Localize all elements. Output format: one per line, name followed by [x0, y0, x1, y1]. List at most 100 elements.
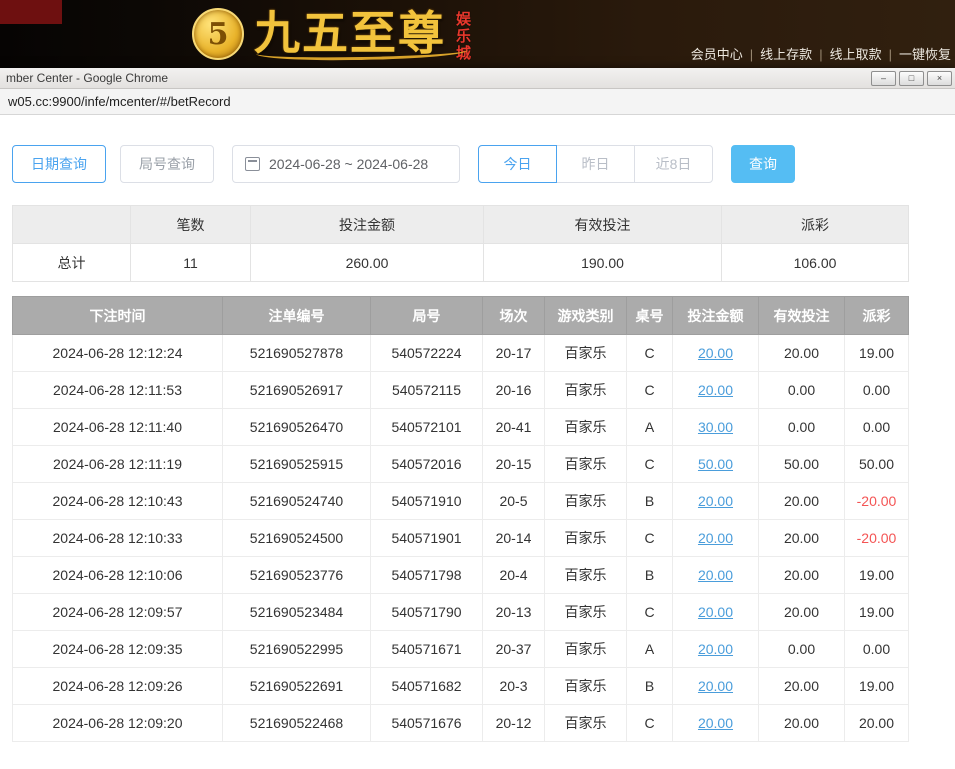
table-code-cell: B [627, 557, 673, 594]
date-query-tab[interactable]: 日期查询 [12, 145, 106, 183]
bet-time-cell: 2024-06-28 12:11:40 [13, 409, 223, 446]
valid-bet-column-header: 有效投注 [759, 297, 845, 335]
table-row: 2024-06-28 12:09:57521690523484540571790… [13, 594, 909, 631]
valid-bet-cell: 0.00 [759, 631, 845, 668]
bet-amount-cell: 50.00 [673, 446, 759, 483]
bet-amount-link[interactable]: 20.00 [698, 604, 733, 620]
game-type-cell: 百家乐 [545, 557, 627, 594]
bet-amount-cell: 20.00 [673, 520, 759, 557]
bet-amount-link[interactable]: 20.00 [698, 382, 733, 398]
round-id-cell: 540571676 [371, 705, 483, 742]
payout-cell: 19.00 [845, 668, 909, 705]
bet-amount-cell: 20.00 [673, 594, 759, 631]
valid-bet-cell: 50.00 [759, 446, 845, 483]
close-button[interactable]: × [927, 71, 952, 86]
table-row: 2024-06-28 12:11:40521690526470540572101… [13, 409, 909, 446]
order-id-cell: 521690523776 [223, 557, 371, 594]
order-id-cell: 521690523484 [223, 594, 371, 631]
session-cell: 20-3 [483, 668, 545, 705]
minimize-button[interactable]: – [871, 71, 896, 86]
top-nav: 会员中心|线上存款|线上取款|一键恢复 [691, 44, 951, 63]
round-id-cell: 540572016 [371, 446, 483, 483]
round-id-cell: 540571682 [371, 668, 483, 705]
bet-amount-link[interactable]: 20.00 [698, 345, 733, 361]
session-cell: 20-41 [483, 409, 545, 446]
nav-separator: | [819, 47, 822, 62]
window-title-bar[interactable]: mber Center - Google Chrome – □ × [0, 68, 955, 89]
bet-time-cell: 2024-06-28 12:09:26 [13, 668, 223, 705]
last-8-days-button[interactable]: 近8日 [634, 145, 713, 183]
table-code-cell: C [627, 705, 673, 742]
bet-amount-link[interactable]: 20.00 [698, 493, 733, 509]
game-type-cell: 百家乐 [545, 372, 627, 409]
nav-item[interactable]: 会员中心 [691, 47, 743, 62]
logo-subtitle: 娱乐城 [452, 11, 473, 62]
session-cell: 20-12 [483, 705, 545, 742]
bet-time-cell: 2024-06-28 12:09:20 [13, 705, 223, 742]
valid-bet-cell: 0.00 [759, 409, 845, 446]
bet-time-cell: 2024-06-28 12:10:06 [13, 557, 223, 594]
session-cell: 20-14 [483, 520, 545, 557]
nav-item[interactable]: 线上取款 [830, 47, 882, 62]
nav-item[interactable]: 一键恢复 [899, 47, 951, 62]
order-id-cell: 521690527878 [223, 335, 371, 372]
yesterday-button[interactable]: 昨日 [556, 145, 635, 183]
game-type-cell: 百家乐 [545, 335, 627, 372]
calendar-icon [245, 157, 260, 171]
round-id-cell: 540571790 [371, 594, 483, 631]
bet-amount-link[interactable]: 30.00 [698, 419, 733, 435]
window-controls: – □ × [871, 71, 952, 86]
window-title: mber Center - Google Chrome [6, 71, 871, 85]
bet-amount-cell: 20.00 [673, 483, 759, 520]
today-button[interactable]: 今日 [478, 145, 557, 183]
valid-bet-cell: 20.00 [759, 668, 845, 705]
bet-time-cell: 2024-06-28 12:09:35 [13, 631, 223, 668]
summary-header-valid-bet: 有效投注 [484, 206, 722, 244]
bet-table-body: 2024-06-28 12:12:24521690527878540572224… [13, 335, 909, 742]
session-cell: 20-17 [483, 335, 545, 372]
payout-cell: 19.00 [845, 557, 909, 594]
nav-item[interactable]: 线上存款 [760, 47, 812, 62]
session-cell: 20-5 [483, 483, 545, 520]
bet-amount-cell: 20.00 [673, 372, 759, 409]
table-code-cell: C [627, 335, 673, 372]
bet-amount-link[interactable]: 20.00 [698, 715, 733, 731]
url-text: w05.cc:9900/infe/mcenter/#/betRecord [8, 94, 231, 109]
bet-amount-column-header: 投注金额 [673, 297, 759, 335]
round-id-cell: 540572224 [371, 335, 483, 372]
bet-amount-link[interactable]: 20.00 [698, 641, 733, 657]
valid-bet-cell: 20.00 [759, 520, 845, 557]
payout-cell: 19.00 [845, 335, 909, 372]
game-type-cell: 百家乐 [545, 409, 627, 446]
table-code-cell: C [627, 520, 673, 557]
round-query-tab[interactable]: 局号查询 [120, 145, 214, 183]
payout-cell: 0.00 [845, 372, 909, 409]
bet-table: 下注时间注单编号局号场次游戏类别桌号投注金额有效投注派彩 2024-06-28 … [12, 296, 909, 742]
maximize-button[interactable]: □ [899, 71, 924, 86]
bet-amount-link[interactable]: 50.00 [698, 456, 733, 472]
bet-amount-cell: 20.00 [673, 335, 759, 372]
valid-bet-cell: 20.00 [759, 705, 845, 742]
bet-amount-link[interactable]: 20.00 [698, 678, 733, 694]
payout-cell: 0.00 [845, 409, 909, 446]
summary-header-empty [13, 206, 131, 244]
summary-valid-bet-value: 190.00 [484, 244, 722, 282]
game-type-cell: 百家乐 [545, 446, 627, 483]
table-row: 2024-06-28 12:11:19521690525915540572016… [13, 446, 909, 483]
table-code-column-header: 桌号 [627, 297, 673, 335]
table-row: 2024-06-28 12:10:43521690524740540571910… [13, 483, 909, 520]
table-row: 2024-06-28 12:10:06521690523776540571798… [13, 557, 909, 594]
address-bar[interactable]: w05.cc:9900/infe/mcenter/#/betRecord [0, 89, 955, 115]
summary-header-count: 笔数 [131, 206, 251, 244]
game-type-cell: 百家乐 [545, 520, 627, 557]
bet-amount-link[interactable]: 20.00 [698, 567, 733, 583]
table-row: 2024-06-28 12:10:33521690524500540571901… [13, 520, 909, 557]
bet-amount-cell: 20.00 [673, 668, 759, 705]
bet-amount-link[interactable]: 20.00 [698, 530, 733, 546]
date-range-input[interactable]: 2024-06-28 ~ 2024-06-28 [232, 145, 460, 183]
search-button[interactable]: 查询 [731, 145, 795, 183]
bet-amount-cell: 30.00 [673, 409, 759, 446]
session-cell: 20-37 [483, 631, 545, 668]
summary-total-label: 总计 [13, 244, 131, 282]
order-id-cell: 521690526917 [223, 372, 371, 409]
